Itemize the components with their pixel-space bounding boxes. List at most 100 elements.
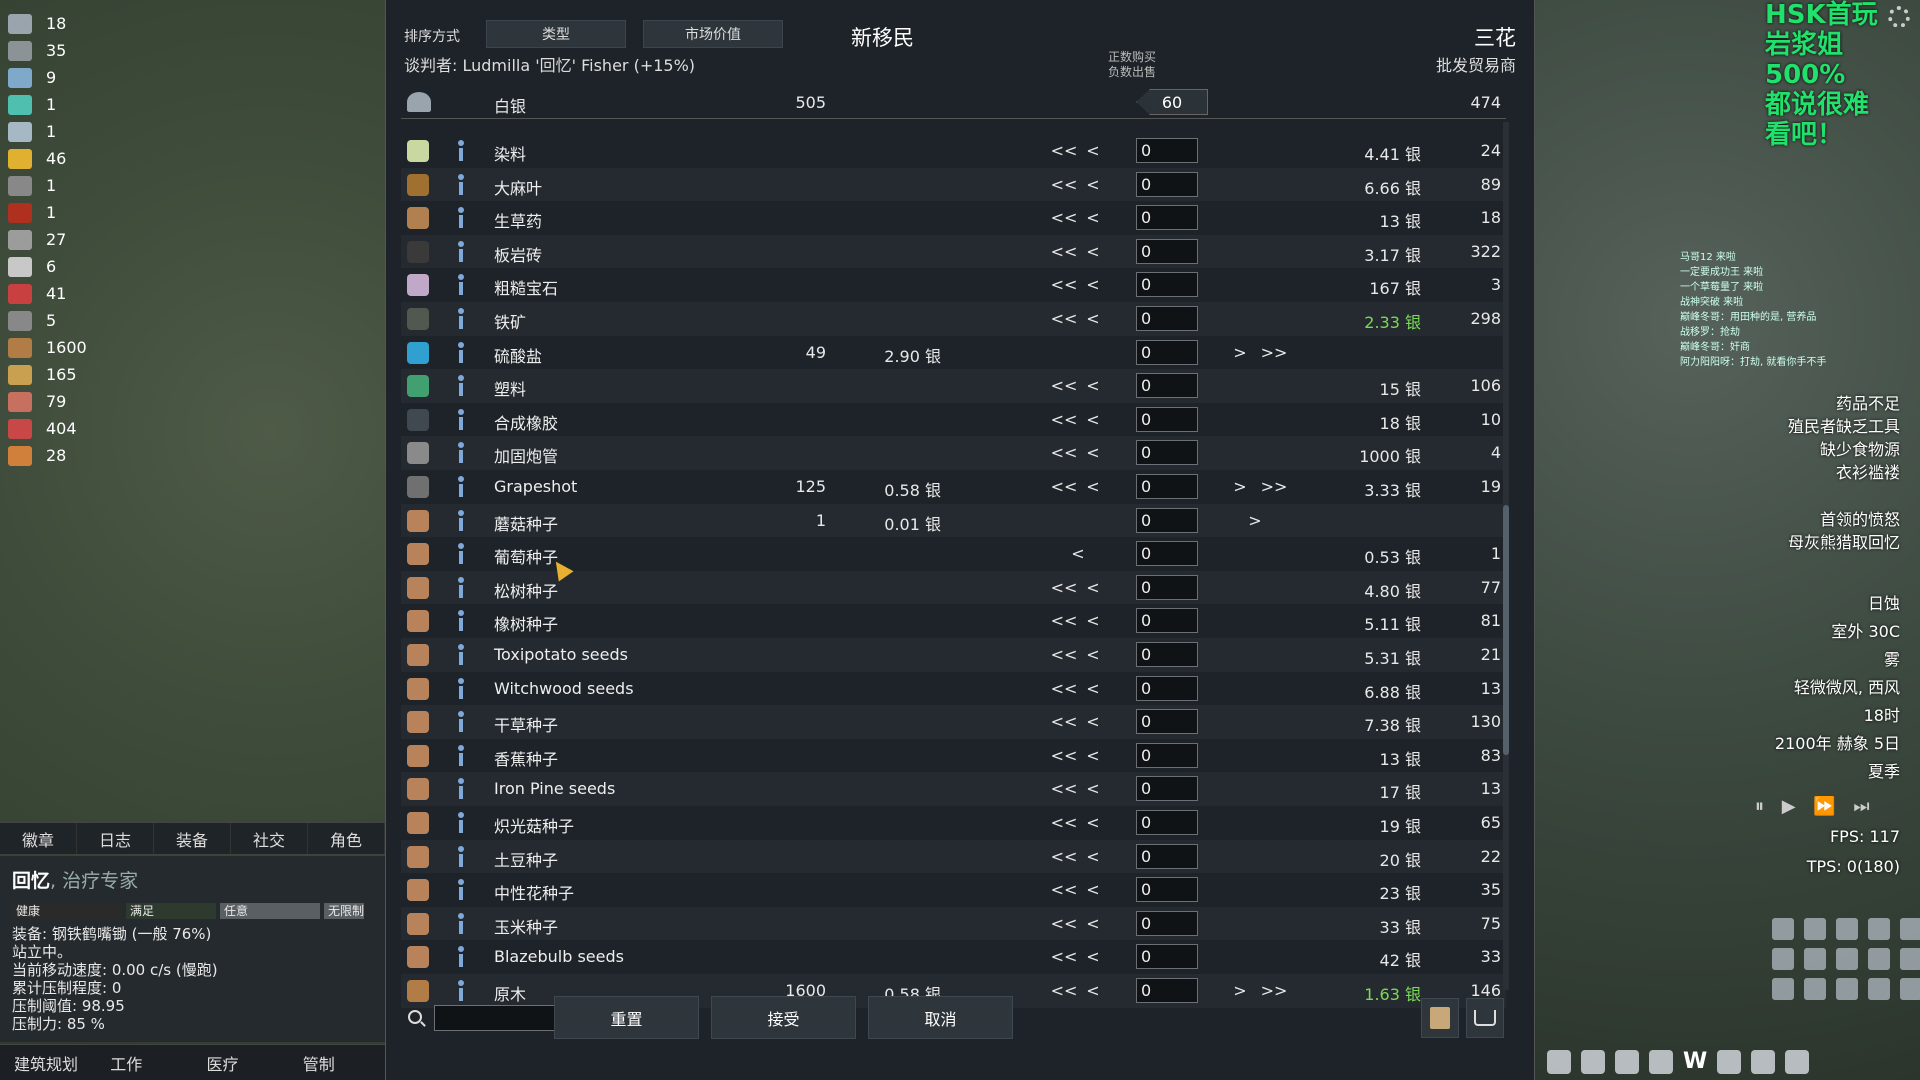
status-bar[interactable]: 无限制: [324, 903, 364, 919]
info-icon[interactable]: [457, 610, 465, 632]
stats-icon[interactable]: [1547, 1050, 1571, 1074]
scrollbar-thumb[interactable]: [1503, 505, 1509, 755]
info-icon[interactable]: [457, 207, 465, 229]
buy-all-button[interactable]: <<: [1050, 477, 1078, 496]
quantity-input[interactable]: 0: [1136, 339, 1198, 365]
buy-one-button[interactable]: <: [1083, 611, 1103, 630]
quantity-input[interactable]: 0: [1136, 944, 1198, 970]
pawn-tab[interactable]: 装备: [154, 823, 231, 854]
info-icon[interactable]: [457, 173, 465, 196]
quantity-input[interactable]: 0: [1136, 373, 1198, 399]
overlay-toggle-icon[interactable]: [1868, 978, 1890, 1000]
quantity-input[interactable]: 0: [1136, 608, 1198, 634]
sell-all-button[interactable]: >>: [1260, 343, 1288, 362]
buy-one-button[interactable]: <: [1083, 914, 1103, 933]
quantity-input[interactable]: 0: [1136, 574, 1198, 600]
resource-row[interactable]: 35: [8, 37, 118, 64]
sell-all-button[interactable]: >>: [1260, 477, 1288, 496]
resource-row[interactable]: 404: [8, 415, 118, 442]
quantity-input[interactable]: 0: [1136, 171, 1198, 197]
overlay-toggle-icon[interactable]: [1772, 948, 1794, 970]
buy-all-button[interactable]: <<: [1050, 813, 1078, 832]
list-icon[interactable]: [1615, 1050, 1639, 1074]
resource-row[interactable]: 1: [8, 172, 118, 199]
info-icon[interactable]: [457, 240, 465, 263]
buy-all-button[interactable]: <<: [1050, 746, 1078, 765]
resource-row[interactable]: 9: [8, 64, 118, 91]
alert-item[interactable]: 母灰熊猎取回忆: [1788, 531, 1900, 554]
buy-all-button[interactable]: <<: [1050, 645, 1078, 664]
quantity-input[interactable]: 0: [1136, 306, 1198, 331]
buy-one-button[interactable]: <: [1068, 544, 1088, 563]
alert-item[interactable]: 衣衫褴褛: [1788, 461, 1900, 484]
info-icon[interactable]: [457, 912, 465, 935]
buy-all-button[interactable]: <<: [1050, 578, 1078, 597]
wiki-icon[interactable]: W: [1683, 1050, 1707, 1074]
buy-one-button[interactable]: <: [1083, 376, 1103, 395]
cancel-button[interactable]: 取消: [868, 996, 1013, 1039]
overlay-toggle-icon[interactable]: [1772, 918, 1794, 940]
quantity-input[interactable]: 0: [1136, 978, 1198, 1003]
quantity-input[interactable]: 0: [1136, 675, 1198, 701]
info-icon[interactable]: [457, 644, 465, 666]
buy-one-button[interactable]: <: [1083, 477, 1103, 496]
info-icon[interactable]: [457, 946, 465, 968]
overlay-toggle-icon[interactable]: [1836, 948, 1858, 970]
info-icon[interactable]: [457, 845, 465, 868]
buy-one-button[interactable]: <: [1083, 141, 1103, 160]
main-tab-button[interactable]: 工作: [96, 1045, 192, 1080]
buy-all-button[interactable]: <<: [1050, 880, 1078, 899]
sort-by-type-button[interactable]: 类型: [486, 20, 626, 48]
pawn-tab[interactable]: 徽章: [0, 823, 77, 854]
pawn-tab[interactable]: 社交: [231, 823, 308, 854]
buy-all-button[interactable]: <<: [1050, 679, 1078, 698]
gift-mode-button[interactable]: [1421, 998, 1459, 1038]
buy-one-button[interactable]: <: [1083, 443, 1103, 462]
buy-one-button[interactable]: <: [1083, 947, 1103, 966]
quantity-input[interactable]: 0: [1136, 406, 1198, 432]
buy-one-button[interactable]: <: [1083, 880, 1103, 899]
quantity-input[interactable]: 0: [1136, 138, 1198, 163]
buy-all-button[interactable]: <<: [1050, 410, 1078, 429]
quantity-input[interactable]: 0: [1136, 742, 1198, 768]
alert-item[interactable]: 殖民者缺乏工具: [1788, 415, 1900, 438]
resource-row[interactable]: 1600: [8, 334, 118, 361]
overlay-toggle-icon[interactable]: [1836, 918, 1858, 940]
hammer-icon[interactable]: [1717, 1050, 1741, 1074]
overlay-toggle-icon[interactable]: [1804, 978, 1826, 1000]
info-icon[interactable]: [457, 408, 465, 431]
quantity-input[interactable]: 0: [1136, 843, 1198, 869]
info-icon[interactable]: [457, 92, 465, 114]
quantity-input[interactable]: 0: [1136, 440, 1198, 466]
buy-all-button[interactable]: <<: [1050, 175, 1078, 194]
overlay-toggle-icon[interactable]: [1868, 918, 1890, 940]
buy-all-button[interactable]: <<: [1050, 947, 1078, 966]
buy-one-button[interactable]: <: [1083, 779, 1103, 798]
buy-one-button[interactable]: <: [1083, 645, 1103, 664]
resource-row[interactable]: 28: [8, 442, 118, 469]
buy-one-button[interactable]: <: [1083, 410, 1103, 429]
resource-row[interactable]: 5: [8, 307, 118, 334]
buy-all-button[interactable]: <<: [1050, 712, 1078, 731]
buy-all-button[interactable]: <<: [1050, 611, 1078, 630]
buy-one-button[interactable]: <: [1083, 208, 1103, 227]
alert-item[interactable]: 首领的愤怒: [1788, 508, 1900, 531]
info-icon[interactable]: [457, 812, 465, 834]
buy-one-button[interactable]: <: [1083, 309, 1103, 328]
quantity-input[interactable]: 0: [1136, 709, 1198, 735]
resource-row[interactable]: 1: [8, 118, 118, 145]
status-bar[interactable]: 满足: [126, 903, 216, 919]
sort-by-value-button[interactable]: 市场价值: [643, 20, 783, 48]
sell-one-button[interactable]: >: [1230, 343, 1250, 362]
overlay-toggle-icon[interactable]: [1900, 978, 1920, 1000]
accept-button[interactable]: 接受: [711, 996, 856, 1039]
info-icon[interactable]: [457, 442, 465, 464]
main-tab-button[interactable]: 管制: [289, 1045, 385, 1080]
info-icon[interactable]: [457, 879, 465, 901]
resource-row[interactable]: 6: [8, 253, 118, 280]
time-speed-controls[interactable]: ⏸ ▶ ⏩ ⏭: [1755, 796, 1876, 817]
info-icon[interactable]: [457, 476, 465, 498]
overlay-toggle-icon[interactable]: [1772, 978, 1794, 1000]
buy-all-button[interactable]: <<: [1050, 208, 1078, 227]
buy-one-button[interactable]: <: [1083, 578, 1103, 597]
